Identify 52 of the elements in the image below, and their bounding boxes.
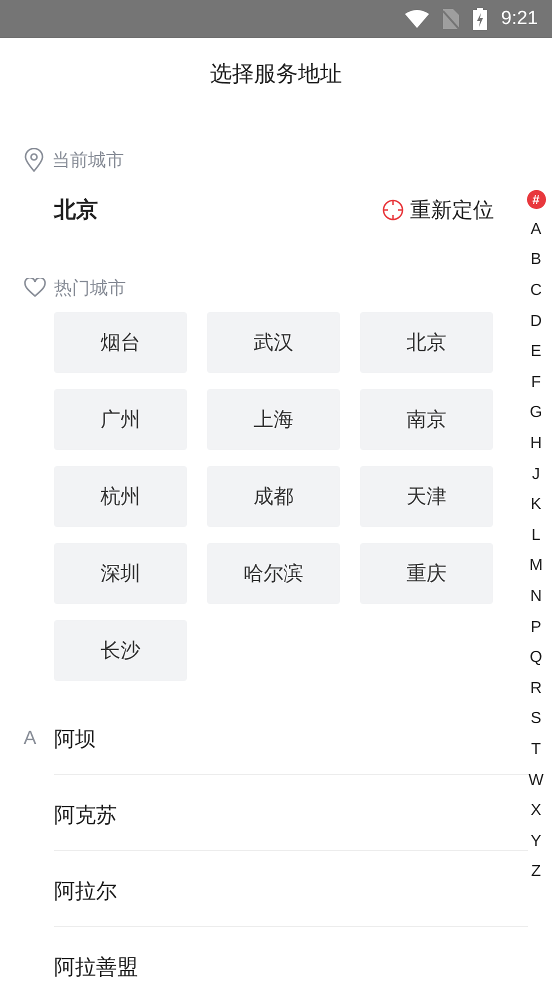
city-chip[interactable]: 重庆 xyxy=(360,543,493,604)
section-label: 热门城市 xyxy=(54,277,126,300)
index-letter[interactable]: E xyxy=(530,336,542,368)
index-letter[interactable]: P xyxy=(530,612,542,643)
city-list-item[interactable]: 阿坝 xyxy=(54,719,96,759)
index-letter[interactable]: S xyxy=(530,704,542,735)
index-letter[interactable]: M xyxy=(529,551,543,582)
current-city: 北京 xyxy=(54,197,98,225)
index-letter[interactable]: H xyxy=(530,428,542,460)
city-chip[interactable]: 上海 xyxy=(207,389,340,450)
section-label: 当前城市 xyxy=(52,149,124,172)
index-letter[interactable]: K xyxy=(530,490,542,521)
group-letter: A xyxy=(22,727,38,751)
city-chip[interactable]: 烟台 xyxy=(54,312,187,373)
no-sim-icon xyxy=(443,9,460,29)
index-letter[interactable]: X xyxy=(530,796,542,826)
wifi-icon xyxy=(405,10,430,28)
city-chip[interactable]: 南京 xyxy=(360,389,493,450)
crosshair-icon xyxy=(382,199,404,221)
index-letter[interactable]: G xyxy=(530,398,542,429)
city-chip[interactable]: 深圳 xyxy=(54,543,187,604)
index-letter[interactable]: Y xyxy=(530,826,542,858)
city-list-item[interactable]: 阿拉尔 xyxy=(54,871,117,911)
index-letter[interactable]: W xyxy=(528,765,544,796)
city-chip[interactable]: 天津 xyxy=(360,466,493,527)
city-chip[interactable]: 广州 xyxy=(54,389,187,450)
index-letter[interactable]: N xyxy=(530,582,542,612)
index-letter[interactable]: Z xyxy=(531,857,541,888)
index-letter[interactable]: B xyxy=(530,245,542,276)
city-chip[interactable]: 哈尔滨 xyxy=(207,543,340,604)
index-letter[interactable]: F xyxy=(531,368,541,398)
index-letter[interactable]: T xyxy=(531,734,541,766)
city-chip[interactable]: 成都 xyxy=(207,466,340,527)
index-letter[interactable]: J xyxy=(532,459,540,490)
heart-icon xyxy=(24,278,46,298)
city-chip[interactable]: 北京 xyxy=(360,312,493,373)
relocate-button[interactable]: 重新定位 xyxy=(382,196,494,224)
city-list-item[interactable]: 阿拉善盟 xyxy=(54,947,138,981)
location-pin-icon xyxy=(24,148,44,172)
battery-icon xyxy=(473,8,488,30)
status-time: 9:21 xyxy=(501,8,538,30)
index-letter[interactable]: L xyxy=(532,520,540,552)
city-chip[interactable]: 杭州 xyxy=(54,466,187,527)
city-chip[interactable]: 长沙 xyxy=(54,620,187,681)
index-letter[interactable]: C xyxy=(530,276,542,306)
index-letter[interactable]: Q xyxy=(530,642,542,674)
page-title: 选择服务地址 xyxy=(210,61,342,89)
index-letter[interactable]: A xyxy=(530,214,542,246)
index-letter[interactable]: R xyxy=(530,674,542,704)
index-letter[interactable]: D xyxy=(530,306,542,337)
city-list-item[interactable]: 阿克苏 xyxy=(54,795,117,835)
city-chip[interactable]: 武汉 xyxy=(207,312,340,373)
